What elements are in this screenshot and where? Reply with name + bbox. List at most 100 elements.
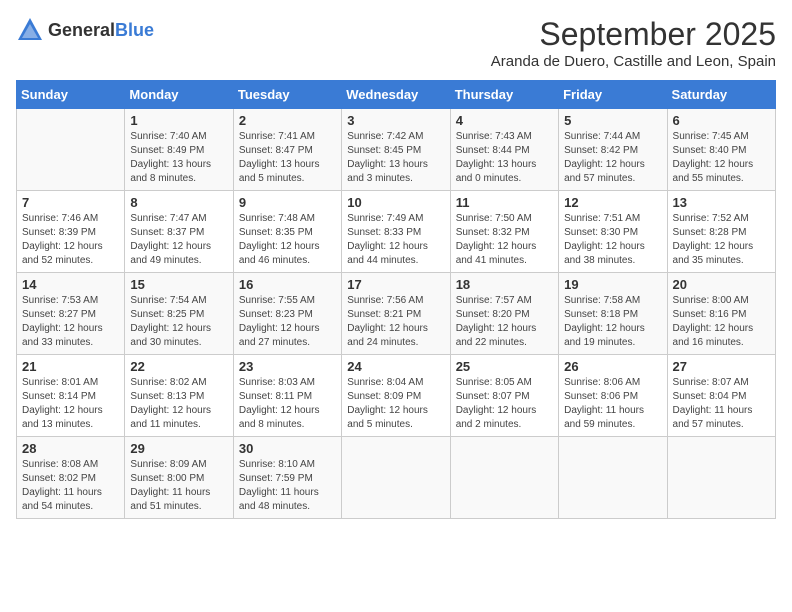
day-number: 7 <box>22 195 119 210</box>
day-info: Sunrise: 7:47 AMSunset: 8:37 PMDaylight:… <box>130 212 227 268</box>
day-number: 11 <box>456 195 553 210</box>
calendar-cell: 16 Sunrise: 7:55 AMSunset: 8:23 PMDayligh… <box>233 273 341 355</box>
calendar-cell <box>450 437 558 519</box>
day-info: Sunrise: 7:44 AMSunset: 8:42 PMDaylight:… <box>564 130 661 186</box>
day-info: Sunrise: 7:43 AMSunset: 8:44 PMDaylight:… <box>456 130 553 186</box>
calendar-cell: 19 Sunrise: 7:58 AMSunset: 8:18 PMDayligh… <box>559 273 667 355</box>
calendar-cell: 14 Sunrise: 7:53 AMSunset: 8:27 PMDayligh… <box>17 273 125 355</box>
calendar-cell: 30 Sunrise: 8:10 AMSunset: 7:59 PMDayligh… <box>233 437 341 519</box>
calendar-cell: 11 Sunrise: 7:50 AMSunset: 8:32 PMDayligh… <box>450 191 558 273</box>
day-info: Sunrise: 7:49 AMSunset: 8:33 PMDaylight:… <box>347 212 444 268</box>
day-number: 15 <box>130 277 227 292</box>
week-row-4: 21Sunrise: 8:01 AMSunset: 8:14 PMDayligh… <box>17 355 776 437</box>
logo-blue: Blue <box>115 20 154 40</box>
col-header-wednesday: Wednesday <box>342 81 450 109</box>
day-info: Sunrise: 8:00 AMSunset: 8:16 PMDaylight:… <box>673 294 770 350</box>
calendar-cell: 25 Sunrise: 8:05 AMSunset: 8:07 PMDayligh… <box>450 355 558 437</box>
day-info: Sunrise: 7:46 AMSunset: 8:39 PMDaylight:… <box>22 212 119 268</box>
col-header-saturday: Saturday <box>667 81 775 109</box>
week-row-1: 1 Sunrise: 7:40 AMSunset: 8:49 PMDaylight… <box>17 109 776 191</box>
month-year: September 2025 <box>491 16 776 53</box>
calendar-cell: 21Sunrise: 8:01 AMSunset: 8:14 PMDayligh… <box>17 355 125 437</box>
day-number: 2 <box>239 113 336 128</box>
day-info: Sunrise: 7:52 AMSunset: 8:28 PMDaylight:… <box>673 212 770 268</box>
week-row-2: 7 Sunrise: 7:46 AMSunset: 8:39 PMDaylight… <box>17 191 776 273</box>
day-number: 26 <box>564 359 661 374</box>
day-info: Sunrise: 7:54 AMSunset: 8:25 PMDaylight:… <box>130 294 227 350</box>
col-header-thursday: Thursday <box>450 81 558 109</box>
day-number: 13 <box>673 195 770 210</box>
day-number: 27 <box>673 359 770 374</box>
day-number: 19 <box>564 277 661 292</box>
calendar-cell: 27Sunrise: 8:07 AMSunset: 8:04 PMDayligh… <box>667 355 775 437</box>
day-info: Sunrise: 7:41 AMSunset: 8:47 PMDaylight:… <box>239 130 336 186</box>
day-number: 17 <box>347 277 444 292</box>
day-info: Sunrise: 8:04 AMSunset: 8:09 PMDaylight:… <box>347 376 444 432</box>
calendar-cell <box>342 437 450 519</box>
calendar-cell: 9 Sunrise: 7:48 AMSunset: 8:35 PMDaylight… <box>233 191 341 273</box>
day-number: 12 <box>564 195 661 210</box>
day-number: 10 <box>347 195 444 210</box>
day-info: Sunrise: 7:51 AMSunset: 8:30 PMDaylight:… <box>564 212 661 268</box>
day-info: Sunrise: 7:48 AMSunset: 8:35 PMDaylight:… <box>239 212 336 268</box>
day-number: 6 <box>673 113 770 128</box>
calendar-cell <box>559 437 667 519</box>
day-info: Sunrise: 7:57 AMSunset: 8:20 PMDaylight:… <box>456 294 553 350</box>
location: Aranda de Duero, Castille and Leon, Spai… <box>491 53 776 70</box>
col-header-sunday: Sunday <box>17 81 125 109</box>
calendar-cell: 13 Sunrise: 7:52 AMSunset: 8:28 PMDayligh… <box>667 191 775 273</box>
day-number: 9 <box>239 195 336 210</box>
day-number: 25 <box>456 359 553 374</box>
day-number: 3 <box>347 113 444 128</box>
calendar-cell: 24 Sunrise: 8:04 AMSunset: 8:09 PMDayligh… <box>342 355 450 437</box>
day-info: Sunrise: 8:03 AMSunset: 8:11 PMDaylight:… <box>239 376 336 432</box>
col-header-friday: Friday <box>559 81 667 109</box>
calendar-cell: 23Sunrise: 8:03 AMSunset: 8:11 PMDayligh… <box>233 355 341 437</box>
header-row: SundayMondayTuesdayWednesdayThursdayFrid… <box>17 81 776 109</box>
page-header: GeneralBlue September 2025 Aranda de Due… <box>16 16 776 70</box>
day-number: 8 <box>130 195 227 210</box>
day-number: 1 <box>130 113 227 128</box>
day-info: Sunrise: 7:53 AMSunset: 8:27 PMDaylight:… <box>22 294 119 350</box>
week-row-3: 14 Sunrise: 7:53 AMSunset: 8:27 PMDayligh… <box>17 273 776 355</box>
day-number: 28 <box>22 441 119 456</box>
col-header-tuesday: Tuesday <box>233 81 341 109</box>
calendar-cell: 20 Sunrise: 8:00 AMSunset: 8:16 PMDayligh… <box>667 273 775 355</box>
col-header-monday: Monday <box>125 81 233 109</box>
calendar-table: SundayMondayTuesdayWednesdayThursdayFrid… <box>16 80 776 519</box>
day-number: 29 <box>130 441 227 456</box>
day-number: 20 <box>673 277 770 292</box>
calendar-cell: 3 Sunrise: 7:42 AMSunset: 8:45 PMDaylight… <box>342 109 450 191</box>
day-info: Sunrise: 7:50 AMSunset: 8:32 PMDaylight:… <box>456 212 553 268</box>
calendar-cell: 26Sunrise: 8:06 AMSunset: 8:06 PMDayligh… <box>559 355 667 437</box>
calendar-cell: 8 Sunrise: 7:47 AMSunset: 8:37 PMDaylight… <box>125 191 233 273</box>
day-number: 21 <box>22 359 119 374</box>
day-number: 16 <box>239 277 336 292</box>
day-number: 30 <box>239 441 336 456</box>
day-info: Sunrise: 8:08 AMSunset: 8:02 PMDaylight:… <box>22 458 119 514</box>
day-info: Sunrise: 8:05 AMSunset: 8:07 PMDaylight:… <box>456 376 553 432</box>
calendar-cell: 22 Sunrise: 8:02 AMSunset: 8:13 PMDayligh… <box>125 355 233 437</box>
week-row-5: 28 Sunrise: 8:08 AMSunset: 8:02 PMDayligh… <box>17 437 776 519</box>
calendar-cell: 10 Sunrise: 7:49 AMSunset: 8:33 PMDayligh… <box>342 191 450 273</box>
calendar-cell <box>667 437 775 519</box>
calendar-cell: 29Sunrise: 8:09 AMSunset: 8:00 PMDayligh… <box>125 437 233 519</box>
day-info: Sunrise: 7:40 AMSunset: 8:49 PMDaylight:… <box>130 130 227 186</box>
calendar-cell: 12 Sunrise: 7:51 AMSunset: 8:30 PMDayligh… <box>559 191 667 273</box>
day-info: Sunrise: 8:02 AMSunset: 8:13 PMDaylight:… <box>130 376 227 432</box>
calendar-cell: 7 Sunrise: 7:46 AMSunset: 8:39 PMDaylight… <box>17 191 125 273</box>
logo-text: GeneralBlue <box>48 20 154 41</box>
logo-icon <box>16 16 44 44</box>
logo-general: General <box>48 20 115 40</box>
day-number: 4 <box>456 113 553 128</box>
day-info: Sunrise: 7:45 AMSunset: 8:40 PMDaylight:… <box>673 130 770 186</box>
day-info: Sunrise: 7:56 AMSunset: 8:21 PMDaylight:… <box>347 294 444 350</box>
calendar-cell: 1 Sunrise: 7:40 AMSunset: 8:49 PMDaylight… <box>125 109 233 191</box>
day-info: Sunrise: 7:42 AMSunset: 8:45 PMDaylight:… <box>347 130 444 186</box>
day-number: 14 <box>22 277 119 292</box>
day-info: Sunrise: 7:58 AMSunset: 8:18 PMDaylight:… <box>564 294 661 350</box>
day-number: 24 <box>347 359 444 374</box>
day-number: 22 <box>130 359 227 374</box>
day-info: Sunrise: 8:10 AMSunset: 7:59 PMDaylight:… <box>239 458 336 514</box>
day-info: Sunrise: 7:55 AMSunset: 8:23 PMDaylight:… <box>239 294 336 350</box>
